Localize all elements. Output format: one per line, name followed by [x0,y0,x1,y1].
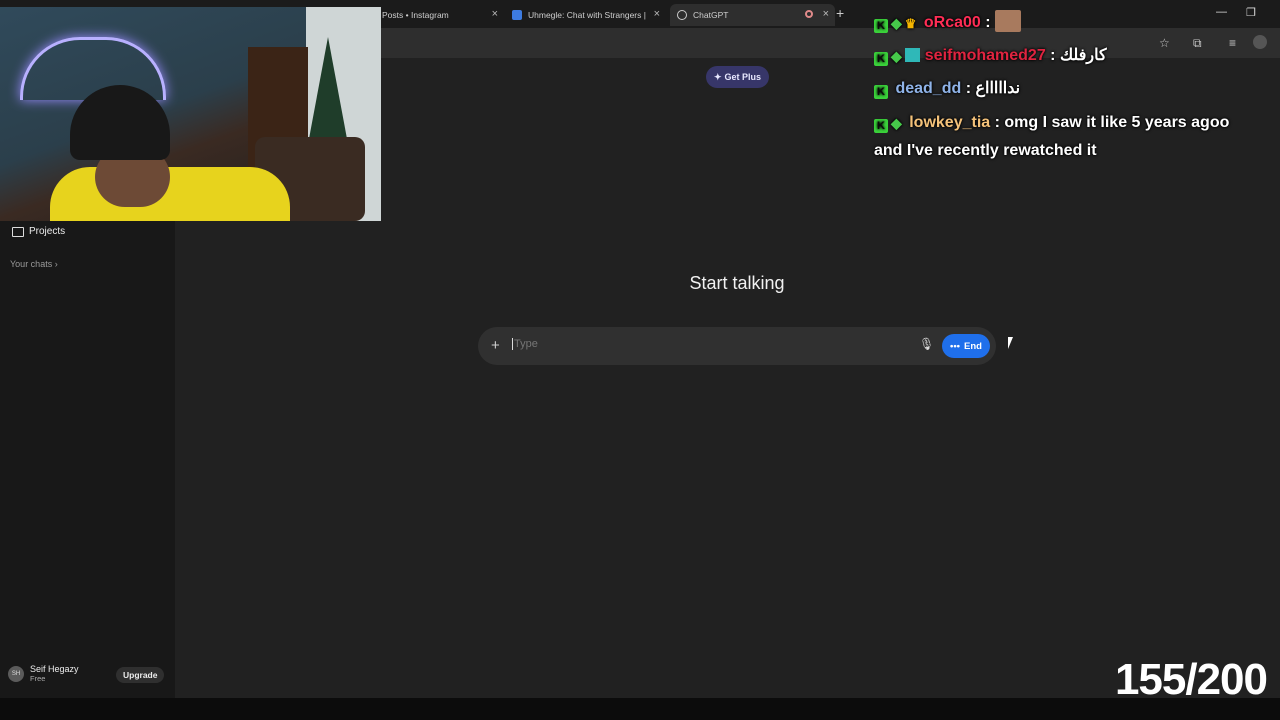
kick-badge-icon: K [874,52,888,66]
chat-username: lowkey_tia [909,114,991,131]
mouse-cursor [1008,337,1018,349]
add-attachment-button[interactable]: + [491,337,500,354]
chat-text: كارفلك [1059,47,1107,64]
message-input[interactable] [512,338,894,350]
user-name: Seif Hegazy [30,664,79,674]
folder-icon [12,226,24,237]
voice-dots-icon: ••• [950,340,961,352]
tab-close-icon[interactable]: × [654,8,660,20]
emote-image [995,10,1022,32]
your-chats-label: Your chats [10,259,53,269]
chat-username: oRca00 [923,14,981,31]
diamond-badge-icon: ◆ [891,115,902,131]
microphone-icon[interactable]: 🎙 [919,337,934,351]
restore-icon[interactable]: ❐ [1246,6,1256,19]
tab-uhmegle[interactable]: Uhmegle: Chat with Strangers | × [512,4,662,26]
minimize-icon[interactable]: — [1216,6,1227,18]
user-plan: Free [30,674,46,683]
tab-label: Uhmegle: Chat with Strangers | [528,10,646,20]
subscriber-badge-icon [904,48,920,62]
chat-message: K ◆ lowkey_tia : omg I saw it like 5 year… [874,109,1229,137]
sidebar-item-label: Projects [29,226,66,237]
chevron-right-icon: › [54,259,58,269]
reading-list-icon[interactable]: ≡ [1229,36,1236,50]
end-voice-button[interactable]: ••• End [942,334,990,358]
tab-close-icon[interactable]: × [492,8,498,20]
chat-separator: : [961,80,976,97]
extensions-icon[interactable]: ⧉ [1193,36,1202,51]
diamond-badge-icon: ◆ [891,48,902,64]
chat-message-continued: and I've recently rewatched it [874,137,1097,165]
kick-badge-icon: K [874,119,888,133]
profile-icon[interactable] [1253,35,1267,49]
get-plus-label: Get Plus [724,72,762,82]
end-label: End [964,340,982,352]
bookmark-star-icon[interactable]: ☆ [1159,36,1170,50]
kick-badge-icon: K [874,85,888,99]
avatar: SH [8,665,24,682]
chatgpt-favicon-icon [677,10,687,20]
chat-text: omg I saw it like 5 years agoo [1004,114,1230,131]
kick-badge-icon: K [874,19,888,33]
sidebar-your-chats[interactable]: Your chats › [10,259,58,269]
chat-message: K ◆ ♛ oRca00 : [874,9,1022,38]
chat-text: نداااااع [975,80,1021,97]
chat-separator: : [1045,47,1060,64]
upgrade-button[interactable]: Upgrade [116,667,165,683]
user-menu[interactable]: SH Seif Hegazy Free [8,664,79,683]
get-plus-button[interactable]: ✦ Get Plus [706,66,770,88]
chat-username: dead_dd [895,80,962,97]
page-title: Start talking [689,273,785,293]
chat-username: seifmohamed27 [924,47,1046,64]
chat-text: and I've recently rewatched it [874,142,1097,159]
webcam-overlay [0,7,381,221]
tab-chatgpt[interactable]: ChatGPT × [670,4,835,26]
bottom-bar [0,698,1280,720]
chat-separator: : [990,114,1005,131]
tab-close-icon[interactable]: × [823,8,829,20]
diamond-badge-icon: ◆ [891,15,902,31]
tab-label: ChatGPT [693,10,729,20]
composer: + 🎙 ••• End [478,327,996,365]
chat-message: K ◆ seifmohamed27 : كارفلك [874,42,1107,70]
chat-message: K dead_dd : نداااااع [874,75,1020,103]
uhmegle-favicon-icon [512,10,522,20]
sparkle-icon: ✦ [714,71,722,82]
sidebar-item-projects[interactable]: Projects [12,226,65,237]
chat-separator: : [980,14,996,31]
tab-label: Posts • Instagram [382,10,449,20]
crown-badge-icon: ♛ [904,16,917,31]
recording-icon [805,10,813,18]
new-tab-button[interactable]: + [836,5,844,21]
cam-person-shirt [50,167,290,221]
tab-instagram[interactable]: Posts • Instagram × [382,4,502,26]
